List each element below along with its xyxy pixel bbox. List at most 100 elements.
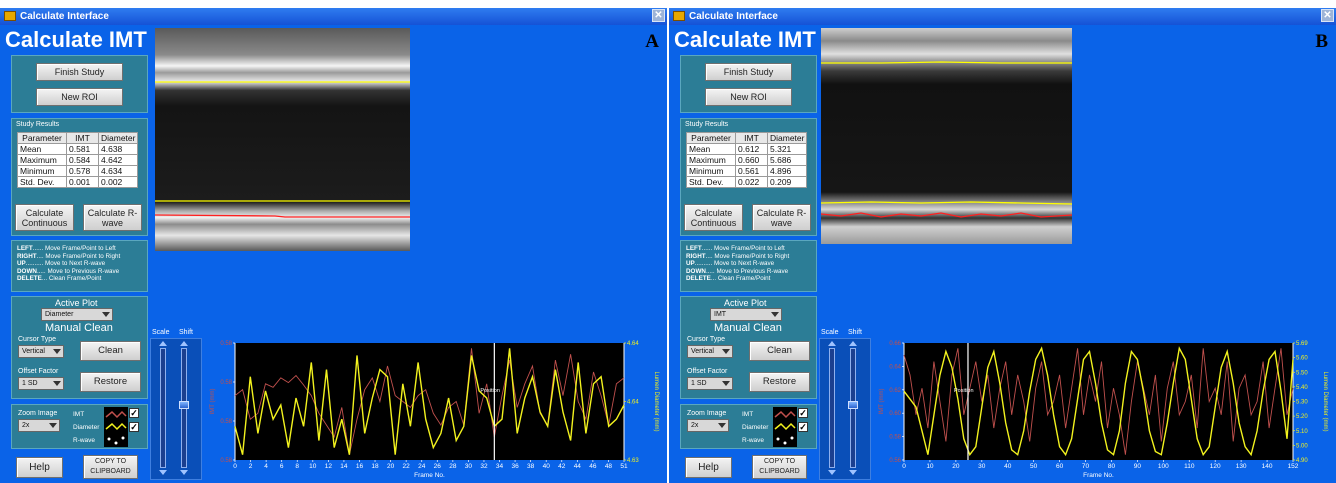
table-row: Maximum 0.660 5.686: [686, 154, 808, 166]
zoom-image-select[interactable]: 2x: [18, 419, 60, 432]
x-tick-label: 10: [926, 463, 934, 470]
scale-label: Scale: [821, 329, 839, 336]
copy-to-clipboard-button[interactable]: COPY TO CLIPBOARD: [83, 455, 138, 479]
clean-button[interactable]: Clean: [80, 341, 141, 361]
chevron-down-icon: [771, 312, 779, 317]
y-left-tick-label: 0.66: [889, 341, 901, 347]
results-table: Parameter IMT Diameter Mean 0.581 4.638 Ma…: [17, 132, 139, 188]
measurement-chart[interactable]: 0 10 20 30 40 50 60 70 80 90 100 110 120 130 140 152 Fra…: [874, 338, 1329, 480]
cursor-label: Position: [480, 388, 500, 394]
scale-slider[interactable]: [829, 348, 835, 468]
window-a: Calculate Interface ✕ Calculate IMT A Fi…: [0, 8, 667, 483]
close-icon[interactable]: ✕: [652, 9, 665, 22]
restore-button[interactable]: Restore: [80, 372, 141, 392]
titlebar[interactable]: Calculate Interface ✕: [0, 8, 667, 25]
x-tick-label: 38: [527, 463, 535, 470]
offset-factor-label: Offset Factor: [18, 368, 59, 375]
imt-checkbox[interactable]: ✓: [798, 408, 808, 418]
scale-down-arrow-icon[interactable]: [828, 470, 836, 475]
header-parameter: Parameter: [17, 132, 67, 144]
chevron-down-icon: [102, 312, 110, 317]
calculate-continuous-button[interactable]: Calculate Continuous: [684, 204, 743, 231]
rwave-dot: [107, 437, 111, 441]
finish-study-button[interactable]: Finish Study: [705, 63, 792, 81]
new-roi-button[interactable]: New ROI: [36, 88, 123, 106]
active-plot-select[interactable]: Diameter: [41, 308, 113, 321]
x-tick-label: 22: [403, 463, 411, 470]
new-roi-button[interactable]: New ROI: [705, 88, 792, 106]
copy-to-clipboard-button[interactable]: COPY TO CLIPBOARD: [752, 455, 807, 479]
table-row: Mean 0.581 4.638: [17, 143, 139, 155]
diameter-value: 5.321: [766, 143, 808, 155]
scale-slider[interactable]: [160, 348, 166, 468]
y-right-axis-label: Lumen Diameter (mm): [653, 371, 659, 431]
x-axis-label: Frame No.: [1083, 472, 1114, 479]
clean-button[interactable]: Clean: [749, 341, 810, 361]
measurement-chart[interactable]: 0 2 4 6 8 10 12 14 16 18 20 22 24 26 28 30 32 34 36 38 40 42 4…: [205, 338, 660, 480]
y-right-tick-label: 5.00: [1296, 443, 1308, 449]
table-row: Std. Dev. 0.001 0.002: [17, 176, 139, 188]
study-results-label: Study Results: [16, 121, 60, 128]
x-tick-label: 32: [480, 463, 488, 470]
window-title: Calculate Interface: [20, 11, 109, 22]
shift-slider-thumb[interactable]: [179, 401, 189, 409]
y-left-tick-label: 0.58: [220, 380, 232, 386]
scale-up-arrow-icon[interactable]: [828, 341, 836, 346]
diameter-checkbox[interactable]: ✓: [129, 422, 139, 432]
titlebar[interactable]: Calculate Interface ✕: [669, 8, 1336, 25]
shift-down-arrow-icon[interactable]: [849, 470, 857, 475]
offset-factor-select[interactable]: 1 SD: [18, 377, 64, 390]
scale-up-arrow-icon[interactable]: [159, 341, 167, 346]
shift-down-arrow-icon[interactable]: [180, 470, 188, 475]
shortcut-right: RIGHT.... Move Frame/Point to Right: [686, 252, 790, 260]
panel-letter: B: [1315, 31, 1328, 52]
legend-imt-label: IMT: [742, 411, 754, 418]
x-tick-label: 24: [418, 463, 426, 470]
close-icon[interactable]: ✕: [1321, 9, 1334, 22]
scale-shift-box: [150, 338, 202, 480]
restore-button[interactable]: Restore: [749, 372, 810, 392]
study-results-label: Study Results: [685, 121, 729, 128]
scale-down-arrow-icon[interactable]: [159, 470, 167, 475]
shift-up-arrow-icon[interactable]: [180, 341, 188, 346]
cursor-type-select[interactable]: Vertical: [687, 345, 733, 358]
row-name: Minimum: [17, 165, 67, 177]
x-tick-label: 152: [1288, 463, 1299, 470]
zoom-image-select[interactable]: 2x: [687, 419, 729, 432]
calculate-continuous-button[interactable]: Calculate Continuous: [15, 204, 74, 231]
offset-factor-select[interactable]: 1 SD: [687, 377, 733, 390]
cursor-type-label: Cursor Type: [687, 336, 725, 343]
calculate-rwave-button[interactable]: Calculate R-wave: [752, 204, 811, 231]
active-plot-select[interactable]: IMT: [710, 308, 782, 321]
calculate-rwave-button[interactable]: Calculate R-wave: [83, 204, 142, 231]
y-right-tick-label: 4.90: [1296, 458, 1308, 464]
ultrasound-image[interactable]: [155, 28, 410, 251]
cursor-type-select[interactable]: Vertical: [18, 345, 64, 358]
chevron-down-icon: [722, 349, 730, 354]
diameter-value: 0.002: [97, 176, 139, 188]
legend-diameter-label: Diameter: [73, 424, 100, 431]
y-left-tick-label: 0.56: [889, 458, 901, 464]
shift-up-arrow-icon[interactable]: [849, 341, 857, 346]
help-button[interactable]: Help: [16, 457, 63, 478]
y-left-axis-label: IMT (mm): [210, 389, 216, 415]
shift-slider-thumb[interactable]: [848, 401, 858, 409]
ultrasound-image[interactable]: [821, 28, 1072, 244]
shortcut-list: LEFT...... Move Frame/Point to Left RIGH…: [17, 245, 120, 283]
diameter-checkbox[interactable]: ✓: [798, 422, 808, 432]
chevron-down-icon: [53, 349, 61, 354]
x-tick-label: 6: [280, 463, 284, 470]
x-tick-label: 40: [1004, 463, 1012, 470]
y-left-tick-label: 0.58: [220, 419, 232, 425]
imt-checkbox[interactable]: ✓: [129, 408, 139, 418]
x-tick-label: 42: [558, 463, 566, 470]
help-button[interactable]: Help: [685, 457, 732, 478]
active-plot-label: Active Plot: [55, 298, 98, 308]
y-right-tick-label: 4.64: [627, 400, 639, 406]
zoom-image-label: Zoom Image: [18, 410, 58, 417]
finish-study-button[interactable]: Finish Study: [36, 63, 123, 81]
row-name: Mean: [17, 143, 67, 155]
y-left-tick-label: 0.58: [220, 458, 232, 464]
shift-label: Shift: [848, 329, 863, 336]
active-plot-label: Active Plot: [724, 298, 767, 308]
